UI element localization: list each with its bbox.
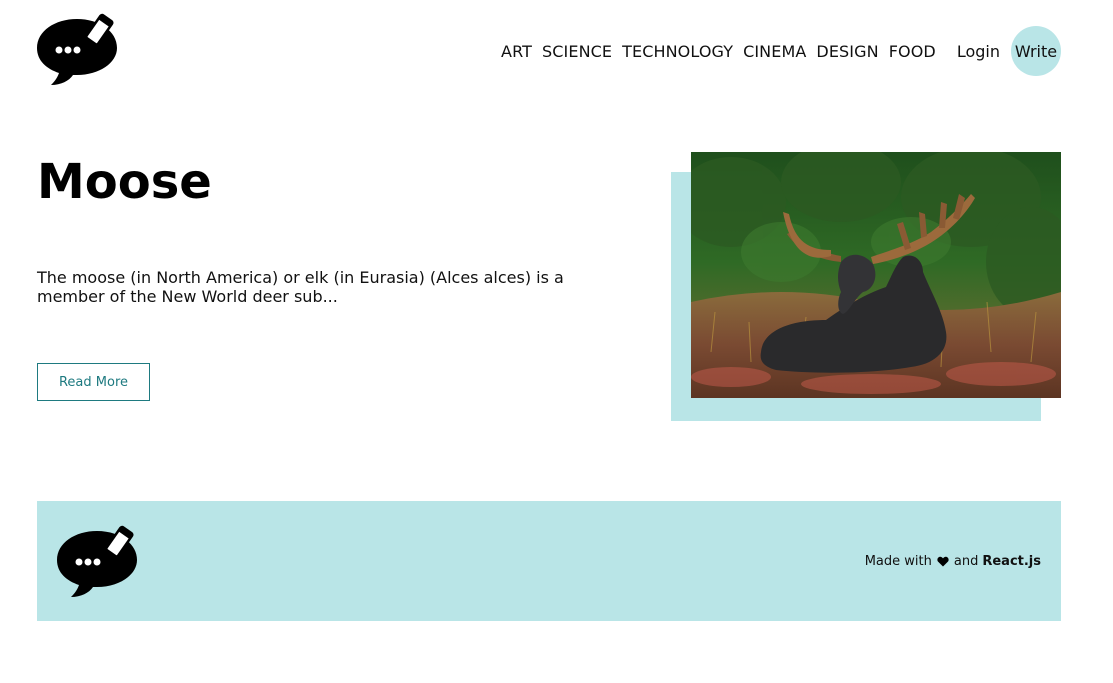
main-nav: ART SCIENCE TECHNOLOGY CINEMA DESIGN FOO… xyxy=(501,26,1061,76)
nav-link-design[interactable]: DESIGN xyxy=(816,42,878,61)
react-brand: React.js xyxy=(982,554,1041,569)
footer: Made with and React.js xyxy=(37,501,1061,621)
footer-logo-icon xyxy=(57,525,137,597)
nav-link-art[interactable]: ART xyxy=(501,42,532,61)
post-description: The moose (in North America) or elk (in … xyxy=(37,268,564,306)
post-title[interactable]: Moose xyxy=(37,150,212,214)
write-button[interactable]: Write xyxy=(1011,26,1061,76)
footer-credit: Made with and React.js xyxy=(865,554,1041,569)
heart-icon xyxy=(937,556,949,567)
nav-link-technology[interactable]: TECHNOLOGY xyxy=(622,42,733,61)
category-links: ART SCIENCE TECHNOLOGY CINEMA DESIGN FOO… xyxy=(501,42,936,61)
nav-link-food[interactable]: FOOD xyxy=(889,42,936,61)
login-link[interactable]: Login xyxy=(957,42,1000,61)
read-more-button[interactable]: Read More xyxy=(37,363,150,401)
post-image xyxy=(691,152,1061,398)
logo-icon[interactable] xyxy=(37,13,119,86)
and-label: and xyxy=(953,554,979,569)
nav-link-science[interactable]: SCIENCE xyxy=(542,42,612,61)
nav-link-cinema[interactable]: CINEMA xyxy=(743,42,806,61)
made-with-label: Made with xyxy=(864,554,932,569)
